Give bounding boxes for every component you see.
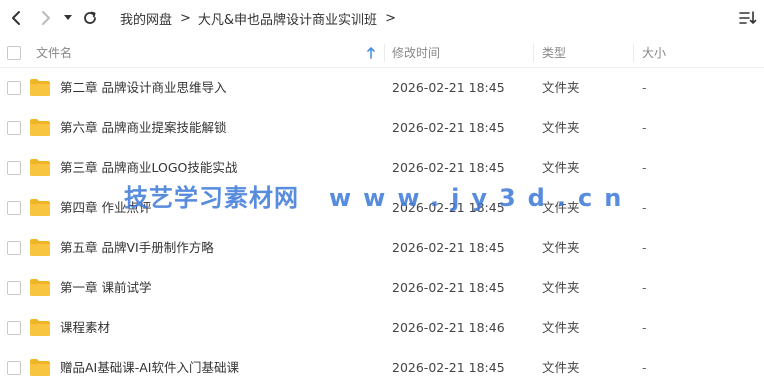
file-type: 文件夹	[542, 240, 580, 255]
file-size: -	[642, 120, 647, 135]
row-checkbox[interactable]	[7, 121, 21, 135]
file-name[interactable]: 第二章 品牌设计商业思维导入	[60, 68, 226, 108]
toolbar: 我的网盘 > 大凡&申也品牌设计商业实训班 >	[0, 0, 764, 36]
file-name[interactable]: 第四章 作业点评	[60, 188, 151, 228]
refresh-icon	[84, 11, 96, 24]
column-header-type[interactable]: 类型	[542, 38, 566, 68]
sort-ascending-icon[interactable]	[366, 46, 376, 60]
file-row[interactable]: 课程素材 2026-02-21 18:46 文件夹 -	[0, 308, 764, 348]
file-name[interactable]: 第三章 品牌商业LOGO技能实战	[60, 148, 237, 188]
file-modified-time: 2026-02-21 18:45	[392, 240, 505, 255]
file-modified-time: 2026-02-21 18:45	[392, 280, 505, 295]
file-size: -	[642, 320, 647, 335]
row-checkbox[interactable]	[7, 281, 21, 295]
file-modified-time: 2026-02-21 18:45	[392, 120, 505, 135]
file-row[interactable]: 第三章 品牌商业LOGO技能实战 2026-02-21 18:45 文件夹 -	[0, 148, 764, 188]
column-divider[interactable]	[633, 44, 634, 62]
chevron-right-icon	[42, 11, 50, 25]
breadcrumb: 我的网盘 > 大凡&申也品牌设计商业实训班 >	[120, 9, 403, 28]
file-size: -	[642, 360, 647, 375]
column-header-size[interactable]: 大小	[642, 38, 666, 68]
breadcrumb-separator: >	[180, 11, 191, 26]
breadcrumb-separator[interactable]: >	[385, 11, 396, 26]
file-type: 文件夹	[542, 360, 580, 375]
file-modified-time: 2026-02-21 18:45	[392, 200, 505, 215]
file-name[interactable]: 课程素材	[60, 308, 110, 348]
folder-icon	[30, 279, 50, 296]
file-size: -	[642, 240, 647, 255]
file-type: 文件夹	[542, 320, 580, 335]
column-header-name[interactable]: 文件名	[36, 38, 72, 68]
folder-icon	[30, 319, 50, 336]
folder-icon	[30, 79, 50, 96]
folder-icon	[30, 239, 50, 256]
row-checkbox[interactable]	[7, 321, 21, 335]
file-row[interactable]: 第五章 品牌VI手册制作方略 2026-02-21 18:45 文件夹 -	[0, 228, 764, 268]
breadcrumb-item-current[interactable]: 大凡&申也品牌设计商业实训班	[198, 9, 377, 28]
file-row[interactable]: 第六章 品牌商业提案技能解锁 2026-02-21 18:45 文件夹 -	[0, 108, 764, 148]
file-name[interactable]: 赠品AI基础课-AI软件入门基础课	[60, 348, 239, 388]
column-divider[interactable]	[384, 44, 385, 62]
file-name[interactable]: 第一章 课前试学	[60, 268, 151, 308]
file-row[interactable]: 第一章 课前试学 2026-02-21 18:45 文件夹 -	[0, 268, 764, 308]
file-modified-time: 2026-02-21 18:45	[392, 360, 505, 375]
file-list-header: 文件名 修改时间 类型 大小	[0, 38, 764, 68]
sort-options-button[interactable]	[738, 9, 758, 27]
row-checkbox[interactable]	[7, 81, 21, 95]
forward-button[interactable]	[36, 8, 56, 28]
file-size: -	[642, 200, 647, 215]
file-name[interactable]: 第六章 品牌商业提案技能解锁	[60, 108, 226, 148]
chevron-left-icon	[12, 11, 20, 25]
file-type: 文件夹	[542, 120, 580, 135]
row-checkbox[interactable]	[7, 201, 21, 215]
file-type: 文件夹	[542, 280, 580, 295]
caret-down-icon	[64, 15, 72, 20]
file-list: 第二章 品牌设计商业思维导入 2026-02-21 18:45 文件夹 - 第六…	[0, 68, 764, 388]
file-modified-time: 2026-02-21 18:45	[392, 80, 505, 95]
row-checkbox[interactable]	[7, 161, 21, 175]
file-row[interactable]: 赠品AI基础课-AI软件入门基础课 2026-02-21 18:45 文件夹 -	[0, 348, 764, 388]
file-size: -	[642, 160, 647, 175]
sort-list-icon	[739, 11, 757, 24]
select-all-checkbox[interactable]	[7, 46, 21, 60]
file-size: -	[642, 280, 647, 295]
file-type: 文件夹	[542, 200, 580, 215]
file-type: 文件夹	[542, 160, 580, 175]
file-row[interactable]: 第四章 作业点评 2026-02-21 18:45 文件夹 -	[0, 188, 764, 228]
refresh-button[interactable]	[80, 8, 100, 28]
file-name[interactable]: 第五章 品牌VI手册制作方略	[60, 228, 214, 268]
column-divider[interactable]	[533, 44, 534, 62]
folder-icon	[30, 359, 50, 376]
column-header-modified-time[interactable]: 修改时间	[392, 38, 440, 68]
back-button[interactable]	[6, 8, 26, 28]
folder-icon	[30, 199, 50, 216]
file-type: 文件夹	[542, 80, 580, 95]
file-modified-time: 2026-02-21 18:45	[392, 160, 505, 175]
breadcrumb-item-root[interactable]: 我的网盘	[120, 9, 172, 28]
folder-icon	[30, 159, 50, 176]
folder-icon	[30, 119, 50, 136]
file-modified-time: 2026-02-21 18:46	[392, 320, 505, 335]
file-size: -	[642, 80, 647, 95]
history-dropdown-button[interactable]	[60, 8, 76, 28]
row-checkbox[interactable]	[7, 361, 21, 375]
row-checkbox[interactable]	[7, 241, 21, 255]
file-row[interactable]: 第二章 品牌设计商业思维导入 2026-02-21 18:45 文件夹 -	[0, 68, 764, 108]
